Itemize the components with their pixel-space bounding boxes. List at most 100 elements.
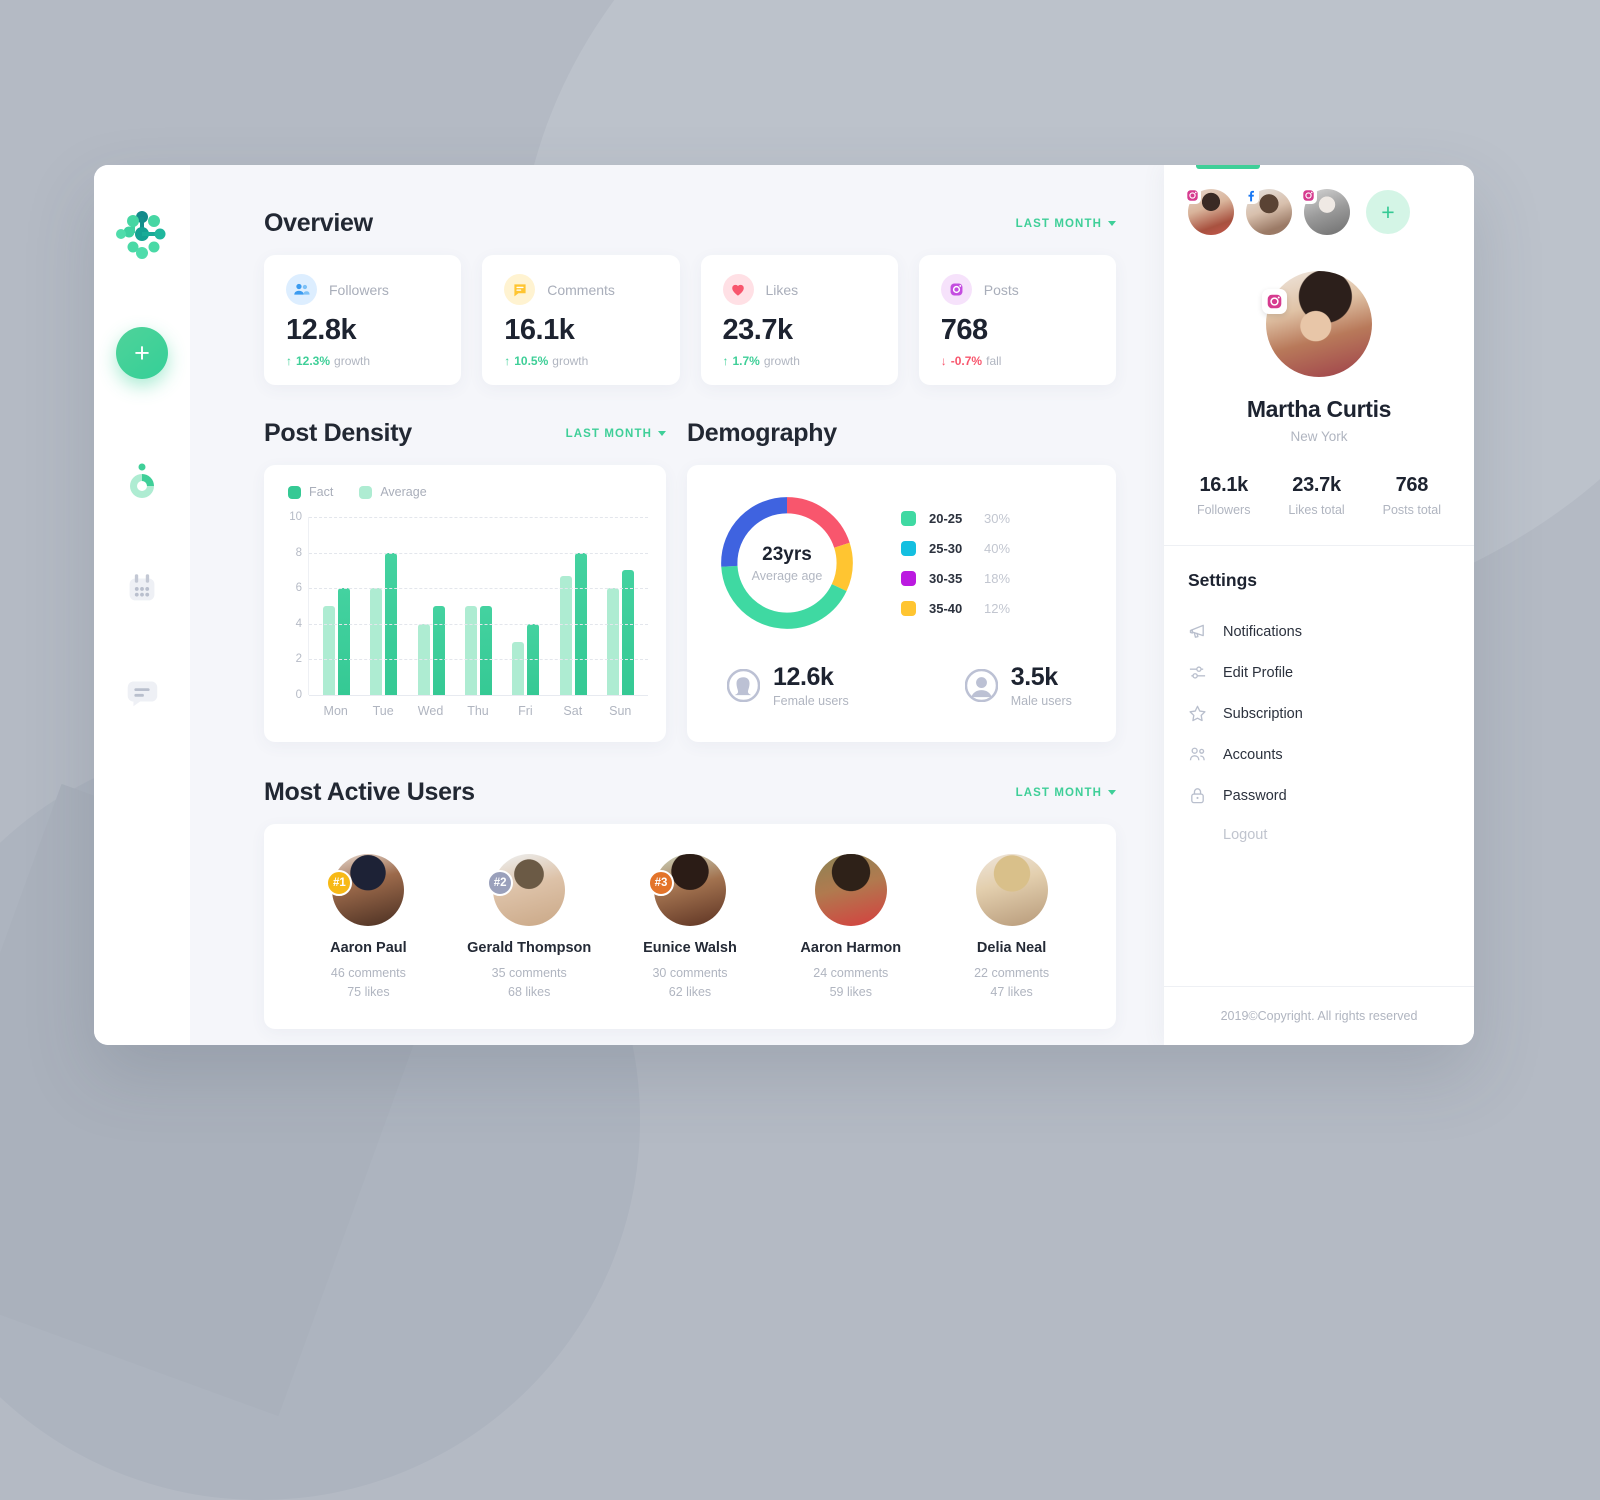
active-tab-indicator: [1196, 165, 1260, 169]
gender-stat-male: 3.5k Male users: [964, 663, 1072, 708]
bar-average[interactable]: [464, 606, 477, 695]
legend-swatch: [288, 485, 301, 499]
bar-average[interactable]: [559, 575, 572, 695]
user-likes: 75 likes: [347, 985, 390, 1000]
female-avatar-icon: [726, 668, 761, 703]
linked-account-2[interactable]: [1242, 187, 1292, 235]
x-axis-tick: Tue: [372, 704, 394, 718]
stat-card-delta-value: 12.3%: [296, 354, 331, 368]
instagram-icon: [1184, 187, 1201, 204]
stat-card-likes[interactable]: Likes 23.7k ↑ 1.7% growth: [700, 255, 898, 385]
logout-button[interactable]: Logout: [1188, 816, 1450, 854]
x-axis-tick: Thu: [467, 704, 489, 718]
settings-item-accounts[interactable]: Accounts: [1188, 734, 1450, 775]
legend-range: 20-25: [929, 510, 963, 526]
stat-card-label: Comments: [547, 281, 615, 298]
grid-line: [309, 552, 648, 554]
settings-item-subscription[interactable]: Subscription: [1188, 693, 1450, 734]
settings-item-edit-profile[interactable]: Edit Profile: [1188, 652, 1450, 693]
linked-account-3[interactable]: [1300, 187, 1350, 235]
user-comments: 35 comments: [491, 966, 567, 980]
female-users-value: 12.6k: [773, 663, 834, 691]
settings-item-notifications[interactable]: Notifications: [1188, 611, 1450, 652]
linked-account-1[interactable]: [1184, 187, 1234, 235]
bar-fact[interactable]: [479, 606, 492, 695]
legend-percent: 18%: [984, 570, 1011, 586]
bar-chart-x-axis: Mon Tue Wed Thu Fri Sat Sun: [282, 695, 648, 718]
profile-stat-value: 16.1k: [1199, 474, 1248, 496]
stat-card-followers[interactable]: Followers 12.8k ↑ 12.3% growth: [264, 255, 462, 385]
user-likes: 47 likes: [990, 985, 1033, 1000]
stat-card-comments[interactable]: Comments 16.1k ↑ 10.5% growth: [482, 255, 680, 385]
bar-group: [559, 517, 587, 695]
overview-period-dropdown[interactable]: LAST MONTH: [1016, 218, 1116, 230]
post-density-period-dropdown[interactable]: LAST MONTH: [566, 428, 666, 440]
sidebar-item-analytics[interactable]: [121, 463, 163, 505]
stat-card-delta-word: growth: [763, 354, 800, 368]
add-account-label: +: [1381, 198, 1395, 225]
list-item[interactable]: #1 Aaron Paul 46 comments 75 likes: [288, 854, 449, 1003]
settings-item-label: Accounts: [1223, 746, 1283, 763]
legend-swatch: [359, 485, 373, 499]
profile-stats: 16.1k Followers 23.7k Likes total 768 Po…: [1164, 474, 1474, 517]
demography-chart: 23yrs Average age 20-25 30% 25-30 40% 30-35 1…: [687, 465, 1116, 742]
bar-average[interactable]: [370, 588, 383, 695]
legend-label: Average: [380, 485, 427, 499]
legend-label: Fact: [309, 485, 334, 499]
stat-card-value: 23.7k: [722, 314, 794, 346]
user-comments: 30 comments: [652, 966, 728, 980]
stat-card-posts[interactable]: Posts 768 ↓ -0.7% fall: [918, 255, 1116, 385]
sliders-icon: [1188, 663, 1207, 682]
instagram-icon: [1300, 187, 1317, 204]
x-axis-tick: Sat: [563, 704, 583, 718]
sidebar-item-calendar[interactable]: [121, 567, 163, 609]
user-comments: 46 comments: [330, 966, 406, 980]
grid-line: [309, 695, 648, 696]
stat-card-delta: ↑ 12.3% growth: [286, 354, 439, 368]
sidebar-item-messages[interactable]: [121, 671, 163, 713]
donut-legend-item: 30-35 18%: [901, 570, 1011, 586]
gender-stat-female: 12.6k Female users: [726, 663, 849, 708]
arrow-up-icon: ↑: [722, 354, 729, 368]
list-item[interactable]: Aaron Harmon 24 comments 59 likes: [770, 854, 931, 1003]
stat-card-value: 768: [940, 314, 988, 346]
settings-item-password[interactable]: Password: [1188, 775, 1450, 816]
list-item[interactable]: #3 Eunice Walsh 30 comments 62 likes: [610, 854, 771, 1003]
overview-period-label: LAST MONTH: [1015, 217, 1102, 230]
overview-header: Overview LAST MONTH: [264, 209, 1116, 238]
bar-average[interactable]: [512, 641, 525, 695]
bar-chart-bars: [309, 517, 648, 695]
most-active-users-period-dropdown[interactable]: LAST MONTH: [1016, 787, 1116, 799]
bar-fact[interactable]: [338, 588, 351, 695]
profile-stat-posts: 768 Posts total: [1383, 474, 1441, 517]
female-users-label: Female users: [773, 694, 849, 708]
user-likes: 68 likes: [508, 985, 551, 1000]
legend-percent: 30%: [984, 510, 1011, 526]
post-density-section: Post Density LAST MONTH Fact Average 0 2…: [264, 419, 666, 742]
list-item[interactable]: #2 Gerald Thompson 35 comments 68 likes: [449, 854, 610, 1003]
y-axis-tick: 8: [295, 546, 302, 559]
legend-swatch: [901, 540, 916, 556]
user-name: Aaron Harmon: [800, 940, 902, 956]
y-axis-tick: 10: [289, 511, 302, 523]
add-account-button[interactable]: +: [1366, 190, 1410, 234]
bar-fact[interactable]: [432, 606, 445, 695]
user-name: Aaron Paul: [330, 940, 407, 956]
add-button[interactable]: +: [116, 327, 168, 379]
instagram-icon: [1262, 289, 1287, 314]
most-active-users-list: #1 Aaron Paul 46 comments 75 likes #2 Gerald …: [264, 824, 1116, 1029]
most-active-users-section: Most Active Users LAST MONTH #1 Aaron Pau…: [264, 778, 1116, 1029]
calendar-icon: [129, 574, 155, 601]
user-comments: 22 comments: [974, 966, 1050, 980]
avatar: [975, 854, 1048, 926]
stat-card-label: Posts: [983, 281, 1019, 298]
people-icon: [1188, 745, 1207, 764]
legend-item-fact: Fact: [288, 485, 333, 499]
stat-card-label: Likes: [765, 281, 799, 298]
list-item[interactable]: Delia Neal 22 comments 47 likes: [931, 854, 1092, 1003]
legend-percent: 40%: [984, 540, 1011, 556]
bar-average[interactable]: [323, 606, 336, 695]
settings-item-label: Edit Profile: [1223, 664, 1294, 681]
bar-average[interactable]: [606, 588, 619, 695]
donut-average-age: 23yrs: [762, 543, 812, 565]
